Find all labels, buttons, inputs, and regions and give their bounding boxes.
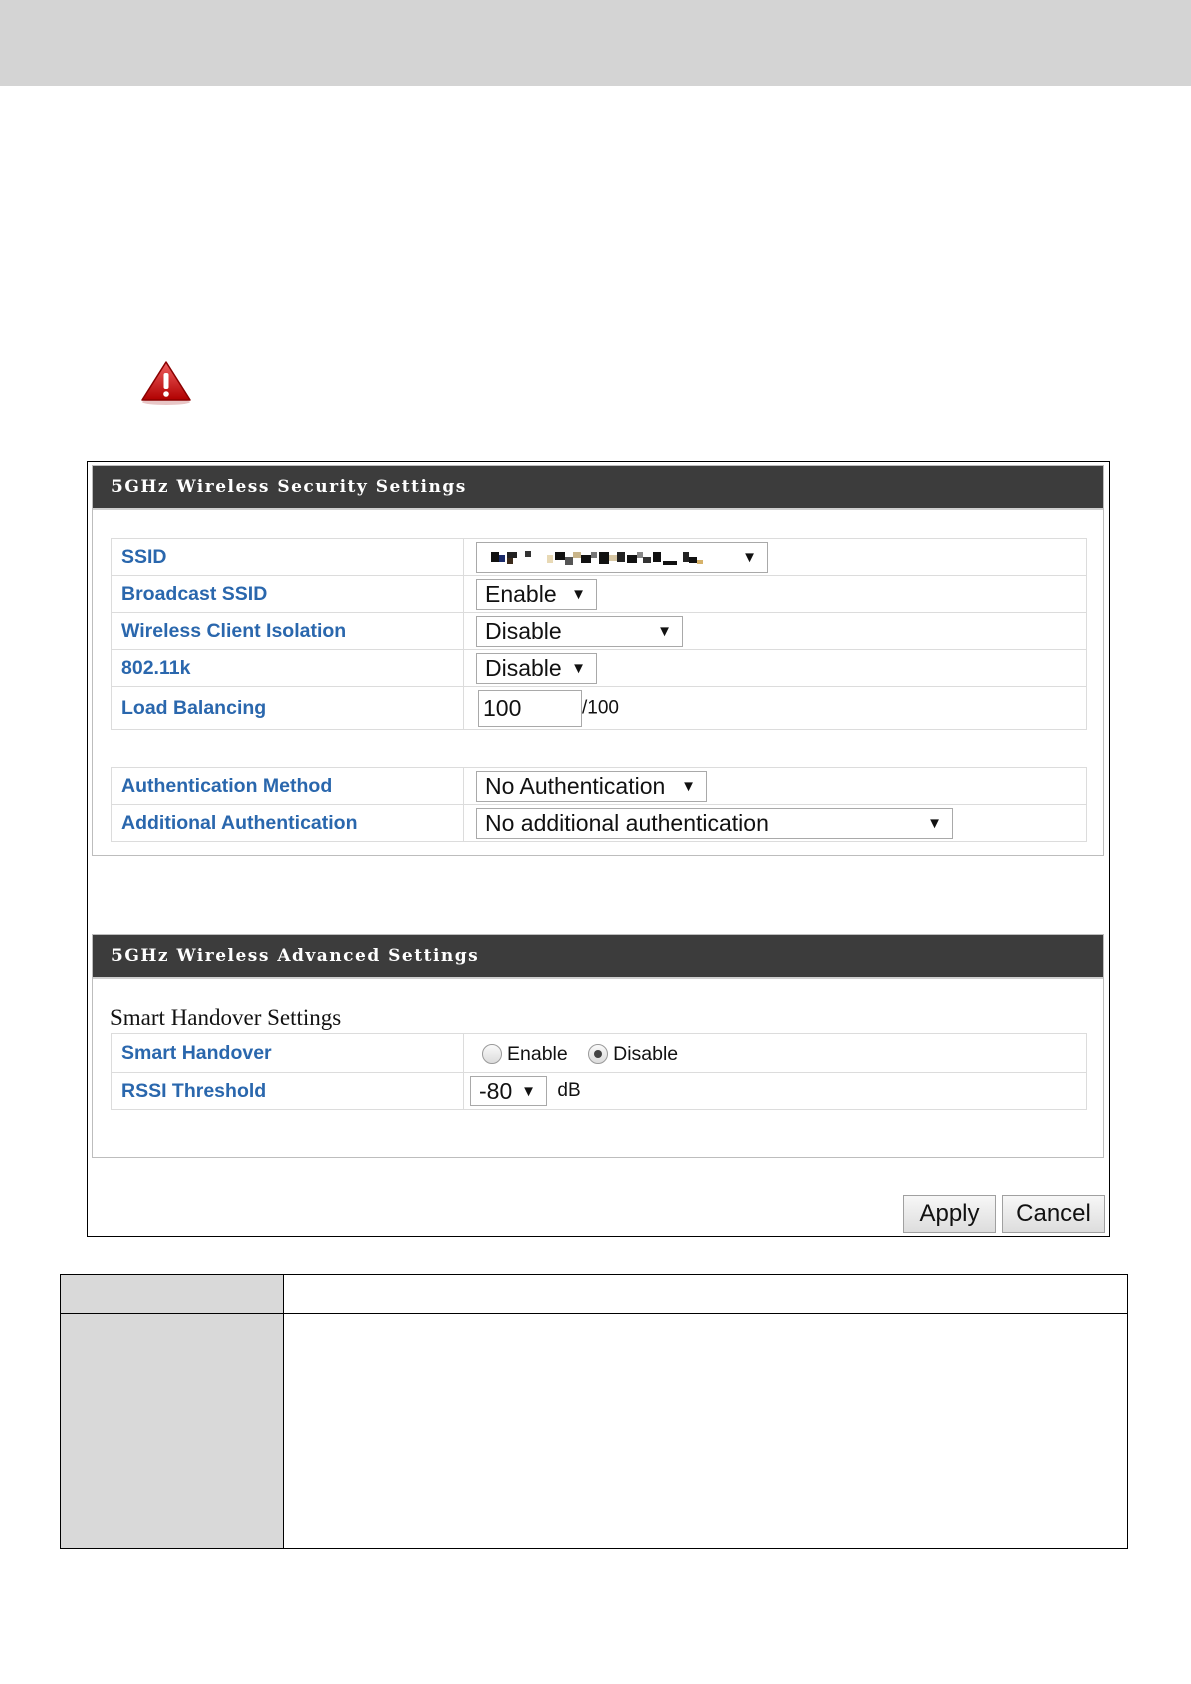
client-isolation-label: Wireless Client Isolation (111, 612, 464, 650)
load-balancing-row: Load Balancing 100/100 (111, 686, 1087, 730)
dropdown-arrow-icon: ▼ (742, 548, 757, 566)
settings-screenshot-frame: 5GHz Wireless Security Settings SSID ▼ B… (87, 461, 1110, 1237)
smart-handover-subtitle: Smart Handover Settings (110, 1005, 342, 1030)
smart-handover-label: Smart Handover (111, 1033, 464, 1073)
description-header-cell-1 (60, 1274, 284, 1314)
description-header-cell-2 (283, 1274, 1128, 1314)
warning-icon (141, 361, 191, 405)
ssid-select[interactable]: ▼ (476, 541, 768, 573)
client-isolation-value: Disable (485, 617, 562, 644)
authentication-table: Authentication Method No Authentication … (111, 767, 1087, 842)
auth-method-select[interactable]: No Authentication ▼ (476, 770, 707, 802)
auth-method-row: Authentication Method No Authentication … (111, 767, 1087, 805)
additional-auth-row: Additional Authentication No additional … (111, 804, 1087, 842)
dropdown-arrow-icon: ▼ (571, 659, 586, 677)
dropdown-arrow-icon: ▼ (657, 622, 672, 640)
rssi-threshold-select[interactable]: -80 ▼ (470, 1076, 547, 1106)
advanced-settings-title: 5GHz Wireless Advanced Settings (93, 935, 1103, 979)
advanced-settings-table: Smart Handover Enable Disable RSSI Thres… (111, 1033, 1087, 1110)
broadcast-ssid-select[interactable]: Enable ▼ (476, 578, 597, 610)
description-body-cell-2 (283, 1313, 1128, 1549)
client-isolation-select[interactable]: Disable ▼ (476, 615, 683, 647)
page-header-bar (0, 0, 1191, 86)
ssid-row: SSID ▼ (111, 538, 1087, 576)
dot11k-select[interactable]: Disable ▼ (476, 652, 597, 684)
rssi-unit: dB (557, 1080, 581, 1101)
dropdown-arrow-icon: ▼ (571, 585, 586, 603)
advanced-settings-panel: 5GHz Wireless Advanced Settings Smart Ha… (92, 934, 1104, 1158)
additional-auth-label: Additional Authentication (111, 804, 464, 842)
additional-auth-select[interactable]: No additional authentication ▼ (476, 807, 953, 839)
dropdown-arrow-icon: ▼ (521, 1083, 536, 1100)
client-isolation-row: Wireless Client Isolation Disable ▼ (111, 612, 1087, 650)
ssid-label: SSID (111, 538, 464, 576)
cancel-button[interactable]: Cancel (1002, 1195, 1105, 1233)
description-body-row (60, 1313, 1128, 1549)
broadcast-ssid-label: Broadcast SSID (111, 575, 464, 613)
auth-method-label: Authentication Method (111, 767, 464, 805)
ssid-pixelated-value (491, 551, 703, 566)
disable-label: Disable (613, 1042, 679, 1065)
description-header-row (60, 1274, 1128, 1314)
smart-handover-disable-radio[interactable] (588, 1044, 609, 1065)
security-settings-table: SSID ▼ Broadcast SSID Enable ▼ Wireless … (111, 538, 1087, 730)
rssi-threshold-label: RSSI Threshold (111, 1072, 464, 1110)
apply-button[interactable]: Apply (903, 1195, 996, 1233)
security-settings-panel: 5GHz Wireless Security Settings SSID ▼ B… (92, 465, 1104, 856)
auth-method-value: No Authentication (485, 772, 666, 799)
enable-label: Enable (507, 1042, 568, 1065)
load-balancing-unit: /100 (582, 697, 619, 718)
additional-auth-value: No additional authentication (485, 809, 769, 836)
rssi-threshold-row: RSSI Threshold -80 ▼ dB (111, 1072, 1087, 1110)
security-settings-title: 5GHz Wireless Security Settings (93, 466, 1103, 510)
dropdown-arrow-icon: ▼ (681, 777, 696, 795)
description-body-cell-1 (60, 1313, 284, 1549)
smart-handover-enable-radio[interactable] (482, 1044, 502, 1065)
description-table (60, 1274, 1128, 1549)
broadcast-ssid-value: Enable (485, 580, 557, 607)
dot11k-value: Disable (485, 654, 562, 681)
dropdown-arrow-icon: ▼ (927, 814, 942, 832)
rssi-threshold-value: -80 (479, 1078, 513, 1104)
dot11k-label: 802.11k (111, 649, 464, 687)
load-balancing-input[interactable]: 100 (478, 689, 582, 727)
dot11k-row: 802.11k Disable ▼ (111, 649, 1087, 687)
load-balancing-label: Load Balancing (111, 686, 464, 730)
smart-handover-row: Smart Handover Enable Disable (111, 1033, 1087, 1073)
broadcast-ssid-row: Broadcast SSID Enable ▼ (111, 575, 1087, 613)
